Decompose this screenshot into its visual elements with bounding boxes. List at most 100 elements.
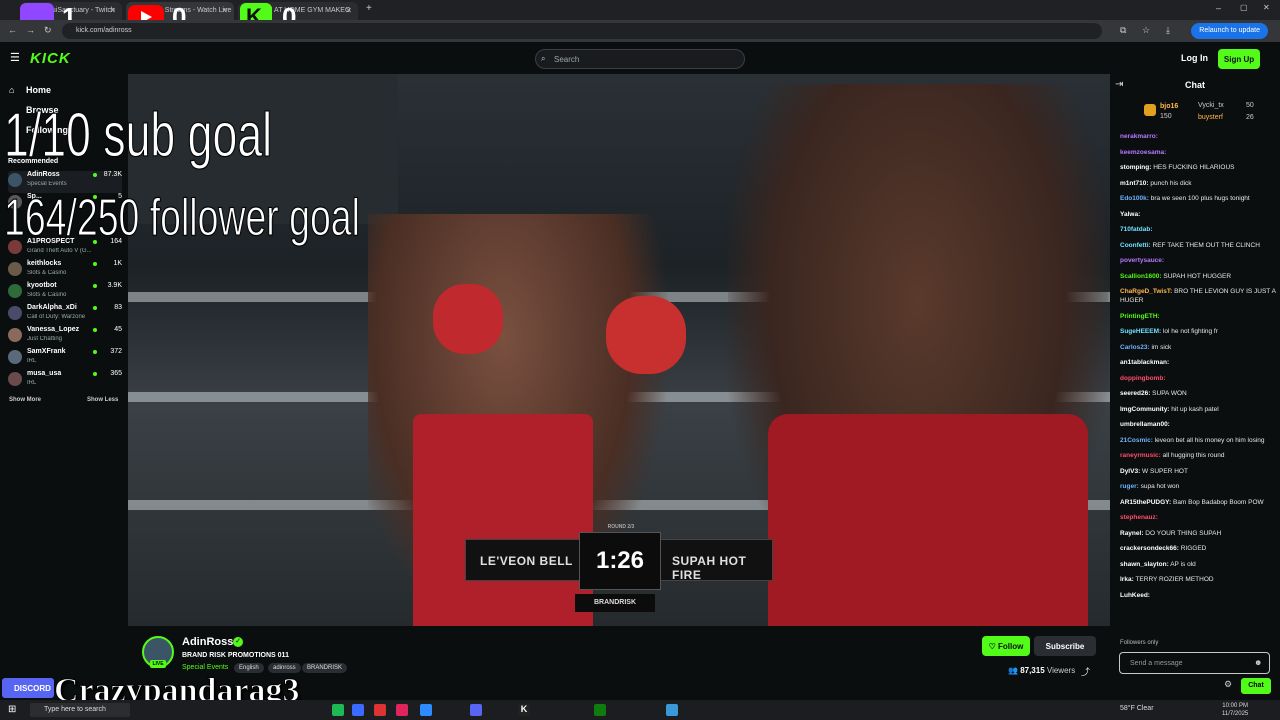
video-player[interactable]: LE'VEON BELL ROUND 2/3 1:26 SUPAH HOT FI… — [128, 74, 1110, 626]
share-icon[interactable]: ⤴ — [1081, 665, 1090, 678]
app-icon[interactable] — [396, 704, 408, 716]
subscribe-button[interactable]: Subscribe — [1034, 636, 1096, 656]
windows-start-icon[interactable]: ⊞ — [8, 704, 16, 715]
chat-username[interactable]: an1tablackman: — [1120, 359, 1169, 366]
chat-username[interactable]: stomping: — [1120, 164, 1151, 171]
chat-input[interactable]: Send a message — [1119, 652, 1270, 674]
chat-username[interactable]: Carlos23: — [1120, 344, 1150, 351]
chat-username[interactable]: povertysauce: — [1120, 257, 1164, 264]
viewer-number: 87,315 — [1020, 666, 1045, 675]
close-icon[interactable]: ✕ — [221, 6, 228, 15]
taskbar-search[interactable]: Type here to search — [30, 703, 130, 717]
chat-username[interactable]: LuhKeed: — [1120, 592, 1150, 599]
viewer-count: 👥 87,315 Viewers — [1008, 666, 1076, 675]
channel-category: IRL — [27, 380, 37, 386]
emote-icon[interactable]: ☻ — [1254, 658, 1262, 667]
chat-username[interactable]: Coonfetti: — [1120, 242, 1151, 249]
sidebar-channel[interactable]: keithlocks Slots & Casino 1K — [8, 260, 122, 282]
chat-username[interactable]: Edo100k: — [1120, 195, 1149, 202]
spotify-icon[interactable] — [332, 704, 344, 716]
sub-goal-overlay: 1/10 sub goal — [4, 101, 273, 171]
weather[interactable]: 58°F Clear — [1120, 705, 1154, 712]
chat-message: umbrellaman00: — [1120, 420, 1278, 429]
gift-leaderboard: bjo16 150 Vycki_tx 50 buysterf 26 — [1140, 98, 1278, 128]
sidebar-channel[interactable]: musa_usa IRL 365 — [8, 370, 122, 392]
chat-username[interactable]: Yalwa: — [1120, 211, 1140, 218]
clock[interactable]: 10:00 PM 11/7/2025 — [1222, 702, 1248, 718]
leader-name: buysterf — [1198, 114, 1223, 121]
close-icon[interactable]: ✕ — [109, 6, 116, 15]
chat-username[interactable]: nerakmarro: — [1120, 133, 1158, 140]
chat-username[interactable]: ImgCommunity: — [1120, 406, 1169, 413]
chat-username[interactable]: 710fatdab: — [1120, 226, 1153, 233]
chat-username[interactable]: lrka: — [1120, 576, 1134, 583]
download-icon[interactable]: ⤓ — [1166, 25, 1170, 36]
close-icon[interactable]: ✕ — [345, 6, 352, 15]
show-more-button[interactable]: Show More — [9, 397, 41, 403]
reload-icon[interactable]: ↻ — [44, 25, 52, 36]
sidebar-channel[interactable]: Vanessa_Lopez Just Chatting 45 — [8, 326, 122, 348]
chat-username[interactable]: doppingbomb: — [1120, 375, 1165, 382]
viewer-count: 87.3K — [103, 171, 122, 178]
app-icon[interactable] — [374, 704, 386, 716]
chat-username[interactable]: ChaRgeD_TwisT: — [1120, 288, 1172, 295]
chat-username[interactable]: Raynel: — [1120, 530, 1143, 537]
chat-username[interactable]: Scallion1600: — [1120, 273, 1162, 280]
chat-username[interactable]: m1nt710: — [1120, 180, 1149, 187]
tag[interactable]: BRANDRISK — [302, 663, 348, 673]
sidebar-channel[interactable]: SamXFrank IRL 372 — [8, 348, 122, 370]
xbox-icon[interactable] — [594, 704, 606, 716]
new-tab-icon[interactable]: + — [366, 3, 372, 14]
app-icon[interactable] — [666, 704, 678, 716]
avatar — [8, 306, 22, 320]
stream-category[interactable]: Special Events — [182, 664, 228, 671]
chat-username[interactable]: SugeHEEEM: — [1120, 328, 1161, 335]
sidebar-channel[interactable]: kyootbot Slots & Casino 3.9K — [8, 282, 122, 304]
show-less-button[interactable]: Show Less — [87, 397, 118, 403]
discord-icon[interactable] — [470, 704, 482, 716]
window-close-icon[interactable]: ✕ — [1263, 3, 1270, 12]
chat-username[interactable]: 21Cosmic: — [1120, 437, 1153, 444]
follow-button[interactable]: ♡ Follow — [982, 636, 1030, 656]
bookmark-icon[interactable]: ☆ — [1142, 25, 1150, 36]
chat-username[interactable]: seered26: — [1120, 390, 1150, 397]
streamer-name[interactable]: AdinRoss — [182, 636, 233, 648]
chat-username[interactable]: stephenauz: — [1120, 514, 1158, 521]
channel-category: Slots & Casino — [27, 270, 67, 276]
chat-message: Scallion1600: SUPAH HOT HUGGER — [1120, 272, 1278, 281]
chat-username[interactable]: ruger: — [1120, 483, 1139, 490]
menu-icon[interactable]: ☰ — [10, 51, 20, 64]
kick-logo[interactable]: KICK — [30, 50, 71, 67]
chat-username[interactable]: PrintingETH: — [1120, 313, 1160, 320]
gear-icon[interactable]: ⚙ — [1224, 679, 1232, 690]
tab-title: AM AT HOME GYM MAKEO — [262, 7, 351, 14]
chat-username[interactable]: crackersondeck66: — [1120, 545, 1179, 552]
chat-username[interactable]: AR15thePUDGY: — [1120, 499, 1171, 506]
sidebar-item-home[interactable]: Home — [26, 85, 51, 95]
search-input[interactable]: Search — [535, 49, 745, 69]
chat-text: hit up kash patel — [1171, 405, 1219, 413]
avatar — [8, 173, 22, 187]
url-field[interactable]: kick.com/adinross — [62, 23, 1102, 39]
forward-icon[interactable]: → — [26, 25, 35, 35]
app-icon[interactable] — [420, 704, 432, 716]
kick-taskbar-icon[interactable]: K — [518, 704, 530, 716]
maximize-icon[interactable]: ▢ — [1240, 3, 1248, 12]
chat-username[interactable]: raneyrmusic: — [1120, 452, 1161, 459]
back-icon[interactable]: ← — [8, 25, 17, 35]
date: 11/7/2025 — [1222, 711, 1249, 717]
relaunch-button[interactable]: Relaunch to update — [1191, 23, 1268, 39]
channel-name: musa_usa — [27, 370, 62, 377]
login-button[interactable]: Log In — [1181, 53, 1208, 63]
sidebar-channel[interactable]: DarkAlpha_xDi Call of Duty: Warzone 83 — [8, 304, 122, 326]
app-icon[interactable] — [352, 704, 364, 716]
signup-button[interactable]: Sign Up — [1218, 49, 1260, 69]
minimize-icon[interactable]: – — [1216, 3, 1221, 13]
chat-username[interactable]: shawn_slayton: — [1120, 561, 1169, 568]
chat-username[interactable]: keemzoesama: — [1120, 149, 1166, 156]
extensions-icon[interactable]: ⧉ — [1120, 25, 1126, 36]
chat-username[interactable]: umbrellaman00: — [1120, 421, 1170, 428]
viewer-count: 3.9K — [107, 282, 122, 289]
chat-username[interactable]: DylV3: — [1120, 468, 1140, 475]
send-chat-button[interactable]: Chat — [1241, 678, 1271, 694]
